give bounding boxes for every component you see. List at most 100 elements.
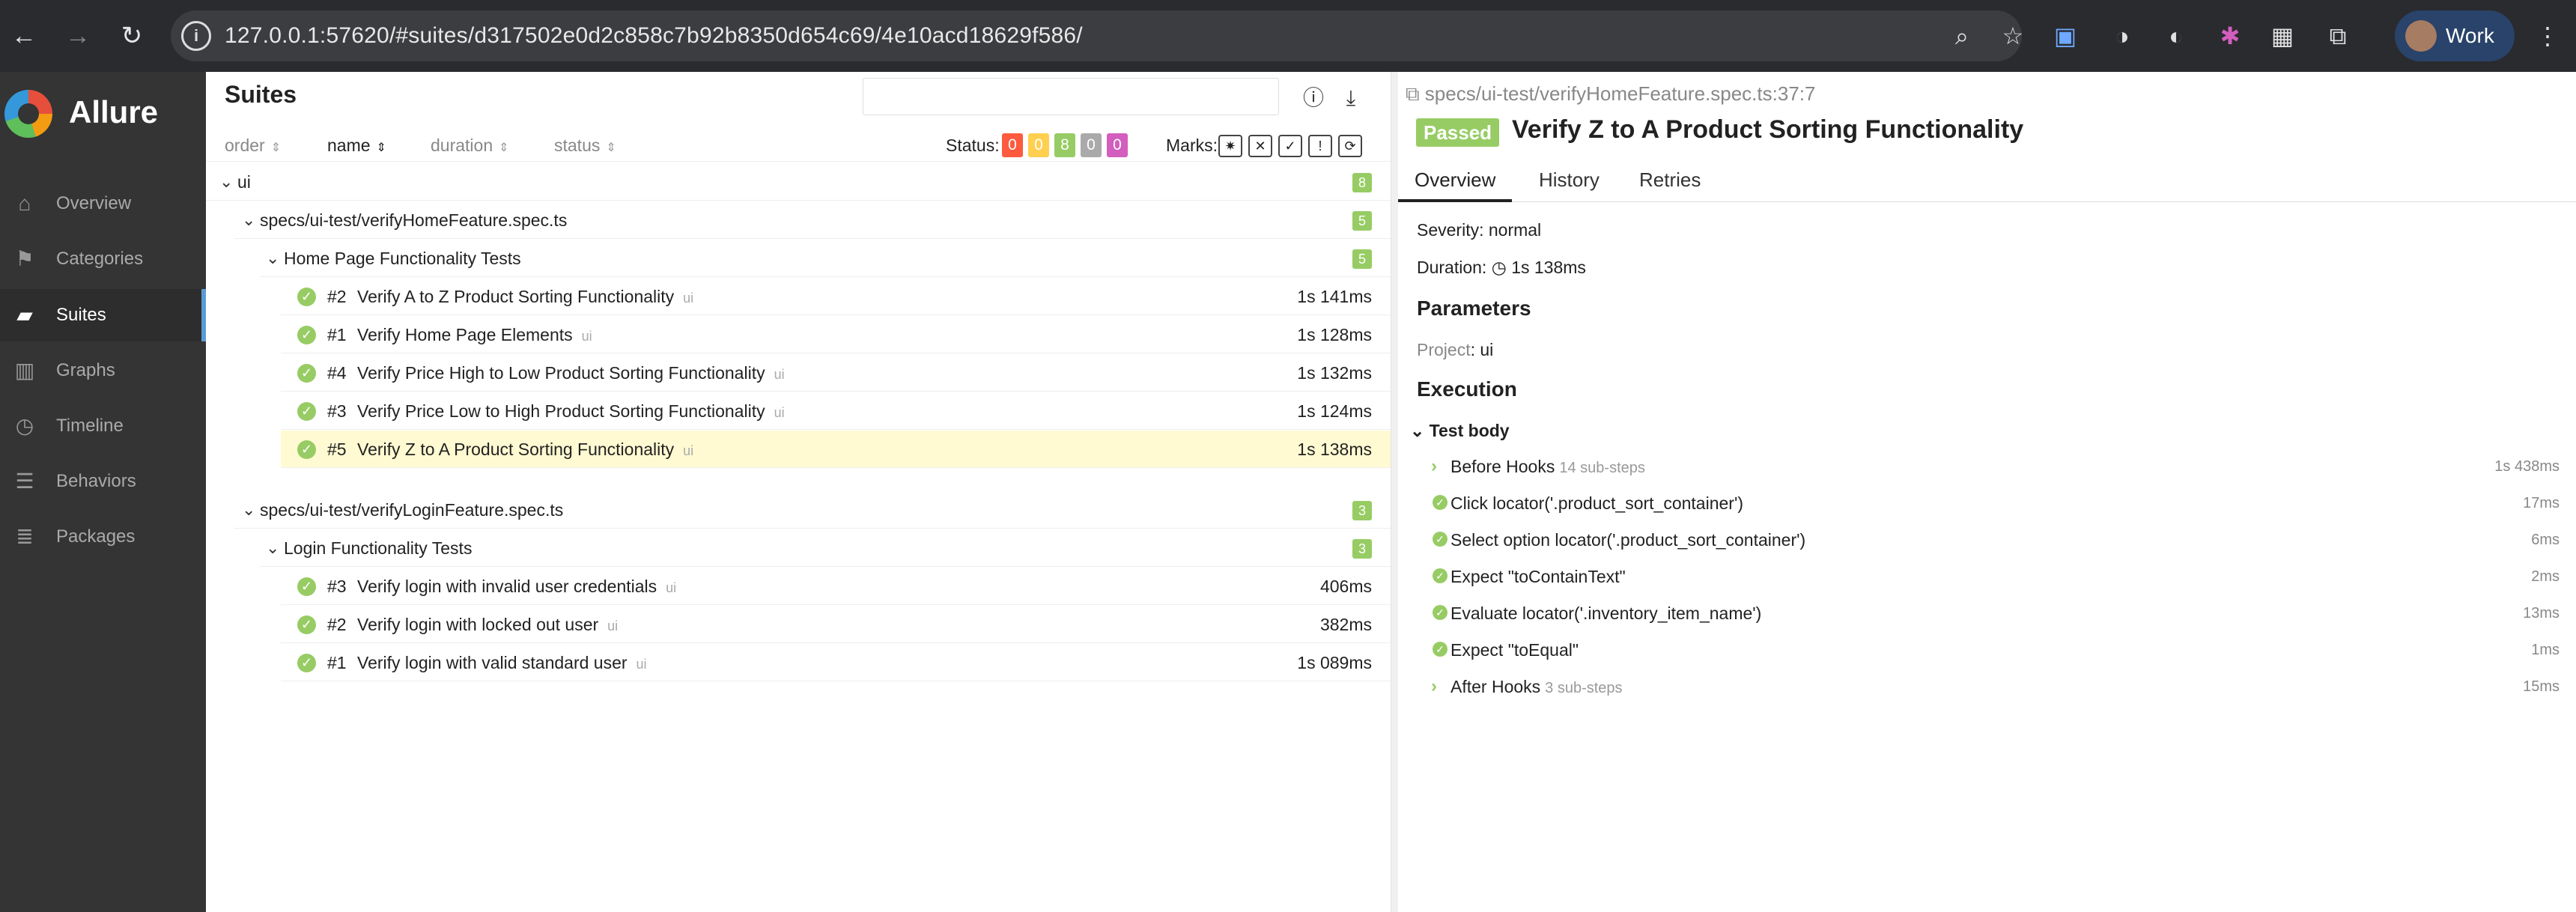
status-skipped-badge[interactable]: 0 <box>1081 133 1102 157</box>
test-title-wrap: Verify login with locked out user ui <box>357 606 618 645</box>
step-row[interactable]: › Before Hooks 14 sub-steps 1s 438ms <box>1398 449 2576 484</box>
tree-node-file[interactable]: ⌄ specs/ui-test/verifyLoginFeature.spec.… <box>234 491 1391 529</box>
passed-status-icon: ✓ <box>297 364 316 383</box>
test-title: Verify login with invalid user credentia… <box>357 577 657 596</box>
brand[interactable]: Allure <box>0 90 206 138</box>
test-duration: 1s 132ms <box>1297 363 1372 383</box>
url-text[interactable]: 127.0.0.1:57620/#suites/d317502e0d2c858c… <box>225 10 1083 61</box>
step-label: Expect "toContainText" <box>1450 567 1626 586</box>
step-row[interactable]: ✓ Expect "toContainText" 2ms <box>1398 559 2576 595</box>
passed-status-icon: ✓ <box>297 615 316 634</box>
sidebar-item-packages[interactable]: ≣ Packages <box>0 511 206 563</box>
new-broken-mark-icon[interactable]: ! <box>1308 135 1332 157</box>
step-row[interactable]: ✓ Select option locator('.product_sort_c… <box>1398 522 2576 558</box>
address-bar[interactable]: i 127.0.0.1:57620/#suites/d317502e0d2c85… <box>171 10 2023 61</box>
test-row[interactable]: ✓ #2 Verify A to Z Product Sorting Funct… <box>281 278 1391 315</box>
info-icon[interactable]: ⓘ <box>1301 85 1326 111</box>
qr-code-icon[interactable]: ▦ <box>2266 19 2299 52</box>
test-body-toggle[interactable]: ⌄ Test body <box>1410 421 1510 441</box>
duration-label: Duration: <box>1417 258 1487 277</box>
tree-node-suite[interactable]: ⌄ Home Page Functionality Tests 5 <box>260 240 1391 277</box>
sidebar-item-label: Categories <box>56 249 144 269</box>
tab-overview[interactable]: Overview <box>1398 160 1513 202</box>
sort-duration[interactable]: duration ⇕ <box>431 129 509 165</box>
sidebar-item-label: Overview <box>56 193 132 213</box>
download-icon[interactable]: ⤓ <box>1338 85 1364 111</box>
test-order: #1 <box>327 325 347 344</box>
site-info-icon[interactable]: i <box>181 21 211 51</box>
sort-duration-label: duration <box>431 136 493 155</box>
flaky-mark-icon[interactable]: ✷ <box>1218 135 1242 157</box>
status-passed-badge[interactable]: 8 <box>1054 133 1075 157</box>
profile-button[interactable]: Work <box>2395 10 2515 61</box>
status-unknown-badge[interactable]: 0 <box>1107 133 1128 157</box>
extension-icon-3[interactable]: ✱ <box>2214 19 2247 52</box>
extension-icon-2[interactable]: ◐ <box>2160 19 2193 52</box>
sidebar: Allure ⌂ Overview ⚑ Categories ▰ Suites … <box>0 72 206 912</box>
test-row-selected[interactable]: ✓ #5 Verify Z to A Product Sorting Funct… <box>281 431 1391 468</box>
test-row[interactable]: ✓ #3 Verify Price Low to High Product So… <box>281 392 1391 430</box>
test-duration: 1s 124ms <box>1297 401 1372 421</box>
count-badge: 8 <box>1352 173 1372 192</box>
bookmark-star-icon[interactable]: ☆ <box>1996 19 2029 52</box>
search-input[interactable] <box>863 78 1279 115</box>
status-failed-badge[interactable]: 0 <box>1002 133 1023 157</box>
test-order: #3 <box>327 577 347 596</box>
step-label: Before Hooks <box>1450 457 1555 476</box>
spec-path[interactable]: ⧉ specs/ui-test/verifyHomeFeature.spec.t… <box>1406 82 1815 106</box>
sidebar-item-behaviors[interactable]: ☰ Behaviors <box>0 455 206 508</box>
step-row[interactable]: ✓ Evaluate locator('.inventory_item_name… <box>1398 595 2576 631</box>
tree-node-file[interactable]: ⌄ specs/ui-test/verifyHomeFeature.spec.t… <box>234 201 1391 239</box>
align-left-icon: ≣ <box>16 525 34 548</box>
passed-status-icon: ✓ <box>1433 568 1448 583</box>
sidebar-item-overview[interactable]: ⌂ Overview <box>0 177 206 230</box>
new-failed-mark-icon[interactable]: ✕ <box>1248 135 1272 157</box>
back-button[interactable]: ← <box>6 18 42 54</box>
status-broken-badge[interactable]: 0 <box>1028 133 1049 157</box>
step-row[interactable]: ✓ Expect "toEqual" 1ms <box>1398 632 2576 668</box>
test-row[interactable]: ✓ #3 Verify login with invalid user cred… <box>281 568 1391 605</box>
sort-arrows-icon: ⇕ <box>270 142 282 154</box>
avatar <box>2405 20 2437 52</box>
sidebar-item-suites[interactable]: ▰ Suites <box>0 289 206 341</box>
forward-button[interactable]: → <box>60 18 96 54</box>
step-row[interactable]: › After Hooks 3 sub-steps 15ms <box>1398 669 2576 705</box>
sidebar-item-categories[interactable]: ⚑ Categories <box>0 233 206 285</box>
passed-status-icon: ✓ <box>1433 532 1448 547</box>
clock-icon: ◷ <box>15 414 34 437</box>
puzzle-icon[interactable]: ⧉ <box>2321 19 2354 52</box>
extension-icon-1[interactable]: ◑ <box>2106 19 2139 52</box>
chevron-down-icon: ⌄ <box>242 500 256 519</box>
test-title-wrap: Verify Price High to Low Product Sorting… <box>357 354 785 393</box>
menu-kebab-icon[interactable]: ⋮ <box>2531 19 2564 52</box>
sidebar-item-timeline[interactable]: ◷ Timeline <box>0 400 206 452</box>
test-row[interactable]: ✓ #1 Verify Home Page Elements ui 1s 128m… <box>281 316 1391 353</box>
test-order: #1 <box>327 653 347 672</box>
sidebar-item-label: Behaviors <box>56 471 136 491</box>
test-row[interactable]: ✓ #1 Verify login with valid standard us… <box>281 644 1391 681</box>
sort-name[interactable]: name ⇕ <box>327 129 386 165</box>
sidebar-item-graphs[interactable]: ▥ Graphs <box>0 344 206 397</box>
tab-history[interactable]: History <box>1522 160 1616 199</box>
tree-node-suite[interactable]: ⌄ Login Functionality Tests 3 <box>260 529 1391 567</box>
passed-status-icon: ✓ <box>1433 495 1448 510</box>
reload-button[interactable]: ↻ <box>114 18 150 54</box>
tree-node-root[interactable]: ⌄ ui 8 <box>206 163 1391 201</box>
allure-logo-icon <box>4 90 52 138</box>
tab-retries[interactable]: Retries <box>1623 160 1717 199</box>
test-row[interactable]: ✓ #4 Verify Price High to Low Product So… <box>281 354 1391 392</box>
test-row[interactable]: ✓ #2 Verify login with locked out user ui… <box>281 606 1391 643</box>
translate-icon[interactable]: ▣ <box>2049 19 2082 52</box>
zoom-icon[interactable]: ⌕ <box>1945 19 1978 52</box>
sort-header: order ⇕ name ⇕ duration ⇕ status ⇕ Status: 0… <box>206 129 1391 162</box>
step-duration: 6ms <box>2531 532 2560 548</box>
parameter-separator: : <box>1470 340 1480 359</box>
sort-status[interactable]: status ⇕ <box>554 129 616 165</box>
new-passed-mark-icon[interactable]: ✓ <box>1278 135 1302 157</box>
test-title: Verify Home Page Elements <box>357 325 573 344</box>
sort-order[interactable]: order ⇕ <box>225 129 281 165</box>
pane-splitter[interactable] <box>1391 72 1398 912</box>
test-title-wrap: Verify Home Page Elements ui <box>357 316 592 355</box>
step-row[interactable]: ✓ Click locator('.product_sort_container… <box>1398 485 2576 521</box>
retries-mark-icon[interactable]: ⟳ <box>1338 135 1362 157</box>
